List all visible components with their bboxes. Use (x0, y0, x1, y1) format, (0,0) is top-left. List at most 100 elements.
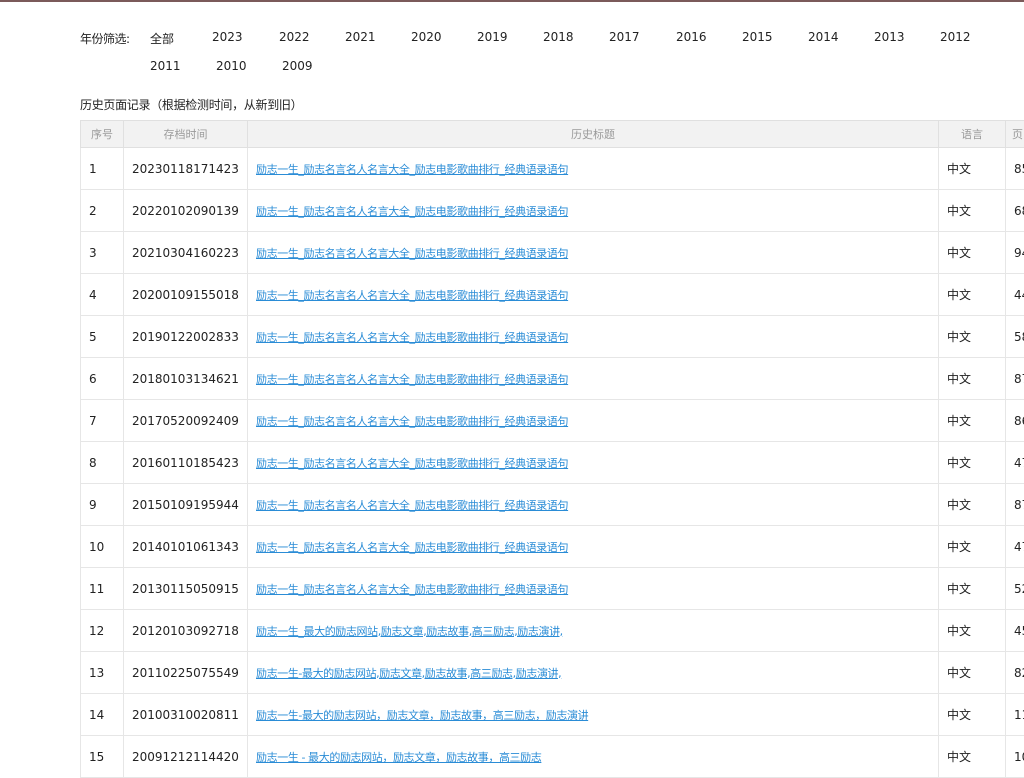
row-index: 11 (80, 567, 124, 610)
row-archive-time: 20150109195944 (123, 483, 248, 526)
table-row: 2 20220102090139 励志一生_励志名言名人名言大全_励志电影歌曲排行_… (80, 189, 1024, 232)
row-extra: 87 (1005, 357, 1024, 400)
row-extra: 11 (1005, 693, 1024, 736)
row-extra: 82 (1005, 651, 1024, 694)
row-index: 12 (80, 609, 124, 652)
row-archive-time: 20200109155018 (123, 273, 248, 316)
row-title-link[interactable]: 励志一生_励志名言名人名言大全_励志电影歌曲排行_经典语录语句 (256, 331, 569, 344)
table-row: 6 20180103134621 励志一生_励志名言名人名言大全_励志电影歌曲排行_… (80, 357, 1024, 400)
header-index: 序号 (80, 120, 124, 148)
year-filter-2014[interactable]: 2014 (808, 30, 839, 44)
row-title-link[interactable]: 励志一生_励志名言名人名言大全_励志电影歌曲排行_经典语录语句 (256, 499, 569, 512)
table-row: 1 20230118171423 励志一生_励志名言名人名言大全_励志电影歌曲排行_… (80, 147, 1024, 190)
row-title-cell: 励志一生_励志名言名人名言大全_励志电影歌曲排行_经典语录语句 (247, 441, 939, 484)
row-index: 9 (80, 483, 124, 526)
header-language: 语言 (938, 120, 1006, 148)
row-index: 3 (80, 231, 124, 274)
year-filter-2009[interactable]: 2009 (282, 59, 313, 73)
row-title-cell: 励志一生_励志名言名人名言大全_励志电影歌曲排行_经典语录语句 (247, 525, 939, 568)
row-language: 中文 (938, 651, 1006, 694)
row-language: 中文 (938, 357, 1006, 400)
row-extra: 10 (1005, 735, 1024, 778)
row-title-link[interactable]: 励志一生 - 最大的励志网站，励志文章，励志故事，高三励志 (256, 751, 542, 764)
row-title-link[interactable]: 励志一生-最大的励志网站,励志文章,励志故事,高三励志,励志演讲, (256, 667, 562, 680)
section-title: 历史页面记录（根据检测时间，从新到旧） (80, 98, 303, 112)
table-row: 8 20160110185423 励志一生_励志名言名人名言大全_励志电影歌曲排行_… (80, 441, 1024, 484)
table-row: 14 20100310020811 励志一生-最大的励志网站，励志文章，励志故事，高… (80, 693, 1024, 736)
row-title-cell: 励志一生_励志名言名人名言大全_励志电影歌曲排行_经典语录语句 (247, 189, 939, 232)
row-index: 5 (80, 315, 124, 358)
row-index: 15 (80, 735, 124, 778)
row-archive-time: 20091212114420 (123, 735, 248, 778)
row-extra: 45 (1005, 609, 1024, 652)
year-filter-2020[interactable]: 2020 (411, 30, 442, 44)
row-archive-time: 20130115050915 (123, 567, 248, 610)
row-title-link[interactable]: 励志一生_励志名言名人名言大全_励志电影歌曲排行_经典语录语句 (256, 163, 569, 176)
table-row: 7 20170520092409 励志一生_励志名言名人名言大全_励志电影歌曲排行_… (80, 399, 1024, 442)
year-filter-2022[interactable]: 2022 (279, 30, 310, 44)
row-language: 中文 (938, 693, 1006, 736)
row-language: 中文 (938, 147, 1006, 190)
year-filter-all[interactable]: 全部 (150, 30, 174, 47)
row-extra: 58 (1005, 315, 1024, 358)
year-filter-2018[interactable]: 2018 (543, 30, 574, 44)
row-archive-time: 20180103134621 (123, 357, 248, 400)
year-filter-2015[interactable]: 2015 (742, 30, 773, 44)
row-title-link[interactable]: 励志一生_励志名言名人名言大全_励志电影歌曲排行_经典语录语句 (256, 541, 569, 554)
table-row: 10 20140101061343 励志一生_励志名言名人名言大全_励志电影歌曲排行… (80, 525, 1024, 568)
row-title-link[interactable]: 励志一生_最大的励志网站,励志文章,励志故事,高三励志,励志演讲, (256, 625, 563, 638)
year-filter-2013[interactable]: 2013 (874, 30, 905, 44)
row-language: 中文 (938, 441, 1006, 484)
year-filter-2012[interactable]: 2012 (940, 30, 971, 44)
row-title-link[interactable]: 励志一生_励志名言名人名言大全_励志电影歌曲排行_经典语录语句 (256, 247, 569, 260)
top-border (0, 0, 1024, 2)
row-title-link[interactable]: 励志一生_励志名言名人名言大全_励志电影歌曲排行_经典语录语句 (256, 205, 569, 218)
row-index: 6 (80, 357, 124, 400)
row-title-cell: 励志一生 - 最大的励志网站，励志文章，励志故事，高三励志 (247, 735, 939, 778)
year-filter-2016[interactable]: 2016 (676, 30, 707, 44)
row-title-cell: 励志一生_励志名言名人名言大全_励志电影歌曲排行_经典语录语句 (247, 357, 939, 400)
year-filter-2021[interactable]: 2021 (345, 30, 376, 44)
row-language: 中文 (938, 399, 1006, 442)
row-title-cell: 励志一生_励志名言名人名言大全_励志电影歌曲排行_经典语录语句 (247, 315, 939, 358)
row-archive-time: 20140101061343 (123, 525, 248, 568)
row-index: 13 (80, 651, 124, 694)
row-title-cell: 励志一生_最大的励志网站,励志文章,励志故事,高三励志,励志演讲, (247, 609, 939, 652)
table-row: 12 20120103092718 励志一生_最大的励志网站,励志文章,励志故事,高… (80, 609, 1024, 652)
row-title-link[interactable]: 励志一生_励志名言名人名言大全_励志电影歌曲排行_经典语录语句 (256, 289, 569, 302)
row-extra: 85 (1005, 147, 1024, 190)
history-table: 序号 存档时间 历史标题 语言 页 1 20230118171423 励志一生_励志… (80, 120, 1024, 778)
row-title-link[interactable]: 励志一生_励志名言名人名言大全_励志电影歌曲排行_经典语录语句 (256, 415, 569, 428)
row-extra: 47 (1005, 525, 1024, 568)
row-archive-time: 20210304160223 (123, 231, 248, 274)
year-filter-2010[interactable]: 2010 (216, 59, 247, 73)
row-index: 10 (80, 525, 124, 568)
row-title-link[interactable]: 励志一生_励志名言名人名言大全_励志电影歌曲排行_经典语录语句 (256, 457, 569, 470)
table-row: 15 20091212114420 励志一生 - 最大的励志网站，励志文章，励志故事… (80, 735, 1024, 778)
row-title-cell: 励志一生_励志名言名人名言大全_励志电影歌曲排行_经典语录语句 (247, 147, 939, 190)
row-index: 4 (80, 273, 124, 316)
row-language: 中文 (938, 609, 1006, 652)
row-title-link[interactable]: 励志一生_励志名言名人名言大全_励志电影歌曲排行_经典语录语句 (256, 583, 569, 596)
year-filter-2019[interactable]: 2019 (477, 30, 508, 44)
year-filter-2017[interactable]: 2017 (609, 30, 640, 44)
row-language: 中文 (938, 231, 1006, 274)
row-title-cell: 励志一生_励志名言名人名言大全_励志电影歌曲排行_经典语录语句 (247, 231, 939, 274)
row-title-link[interactable]: 励志一生-最大的励志网站，励志文章，励志故事，高三励志，励志演讲 (256, 709, 589, 722)
row-extra: 52 (1005, 567, 1024, 610)
header-archive-time: 存档时间 (123, 120, 248, 148)
row-title-link[interactable]: 励志一生_励志名言名人名言大全_励志电影歌曲排行_经典语录语句 (256, 373, 569, 386)
year-filter-2023[interactable]: 2023 (212, 30, 243, 44)
table-row: 4 20200109155018 励志一生_励志名言名人名言大全_励志电影歌曲排行_… (80, 273, 1024, 316)
row-extra: 94 (1005, 231, 1024, 274)
row-title-cell: 励志一生-最大的励志网站,励志文章,励志故事,高三励志,励志演讲, (247, 651, 939, 694)
row-language: 中文 (938, 315, 1006, 358)
row-archive-time: 20220102090139 (123, 189, 248, 232)
row-index: 7 (80, 399, 124, 442)
row-title-cell: 励志一生_励志名言名人名言大全_励志电影歌曲排行_经典语录语句 (247, 273, 939, 316)
year-filter-2011[interactable]: 2011 (150, 59, 181, 73)
row-archive-time: 20230118171423 (123, 147, 248, 190)
header-extra: 页 (1005, 120, 1024, 148)
row-index: 8 (80, 441, 124, 484)
row-language: 中文 (938, 189, 1006, 232)
